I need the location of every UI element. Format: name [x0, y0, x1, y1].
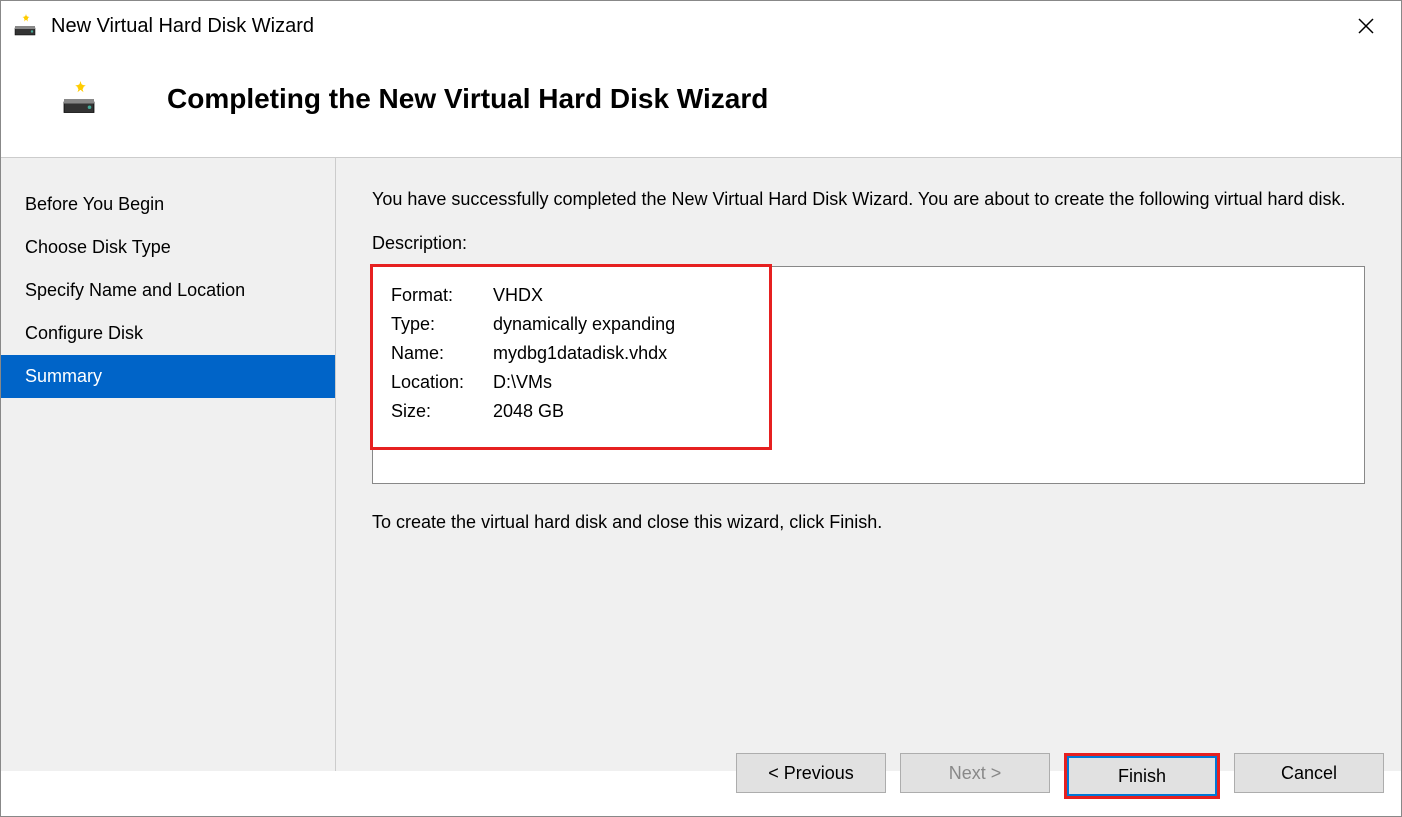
sidebar-item-summary[interactable]: Summary [1, 355, 335, 398]
sidebar-item-specify-name-location[interactable]: Specify Name and Location [1, 269, 335, 312]
closing-text: To create the virtual hard disk and clos… [372, 512, 1365, 533]
wizard-steps-sidebar: Before You Begin Choose Disk Type Specif… [1, 158, 336, 771]
desc-val-name: mydbg1datadisk.vhdx [493, 339, 675, 368]
desc-key-location: Location: [391, 368, 493, 397]
disk-wizard-icon [61, 81, 97, 117]
intro-text: You have successfully completed the New … [372, 186, 1365, 213]
desc-row-type: Type: dynamically expanding [391, 310, 675, 339]
description-label: Description: [372, 233, 1365, 254]
desc-row-name: Name: mydbg1datadisk.vhdx [391, 339, 675, 368]
desc-val-format: VHDX [493, 281, 675, 310]
sidebar-item-before-you-begin[interactable]: Before You Begin [1, 183, 335, 226]
wizard-main-panel: You have successfully completed the New … [336, 158, 1401, 771]
description-table: Format: VHDX Type: dynamically expanding… [391, 281, 675, 426]
disk-wizard-icon [13, 14, 37, 38]
close-button[interactable] [1343, 10, 1389, 42]
button-bar: < Previous Next > Finish Cancel [736, 753, 1384, 799]
description-box: Format: VHDX Type: dynamically expanding… [372, 266, 1365, 484]
cancel-button[interactable]: Cancel [1234, 753, 1384, 793]
previous-button[interactable]: < Previous [736, 753, 886, 793]
desc-val-type: dynamically expanding [493, 310, 675, 339]
window-title: New Virtual Hard Disk Wizard [51, 15, 1343, 38]
desc-key-format: Format: [391, 281, 493, 310]
finish-highlight: Finish [1064, 753, 1220, 799]
page-title: Completing the New Virtual Hard Disk Wiz… [167, 83, 768, 115]
finish-button[interactable]: Finish [1067, 756, 1217, 796]
desc-key-type: Type: [391, 310, 493, 339]
desc-val-location: D:\VMs [493, 368, 675, 397]
desc-key-size: Size: [391, 397, 493, 426]
sidebar-item-choose-disk-type[interactable]: Choose Disk Type [1, 226, 335, 269]
titlebar: New Virtual Hard Disk Wizard [1, 1, 1401, 51]
wizard-header: Completing the New Virtual Hard Disk Wiz… [1, 51, 1401, 158]
desc-key-name: Name: [391, 339, 493, 368]
desc-row-format: Format: VHDX [391, 281, 675, 310]
next-button: Next > [900, 753, 1050, 793]
content-area: Before You Begin Choose Disk Type Specif… [1, 158, 1401, 771]
desc-row-size: Size: 2048 GB [391, 397, 675, 426]
desc-val-size: 2048 GB [493, 397, 675, 426]
sidebar-item-configure-disk[interactable]: Configure Disk [1, 312, 335, 355]
desc-row-location: Location: D:\VMs [391, 368, 675, 397]
